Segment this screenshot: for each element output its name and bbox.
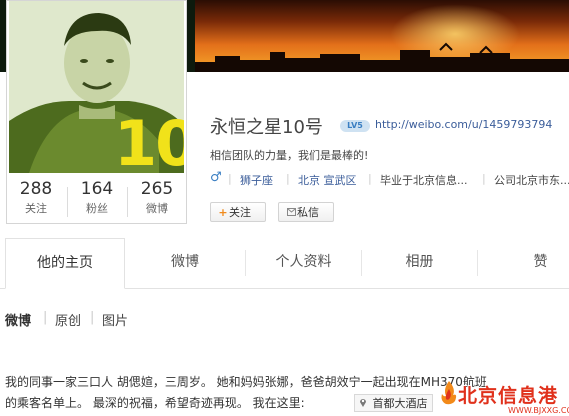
info-separator: | (228, 172, 232, 185)
flame-logo-icon (441, 381, 457, 405)
info-separator: | (368, 172, 372, 185)
tab-home[interactable]: 他的主页 (5, 238, 125, 289)
location-link[interactable]: 北京 宣武区 (298, 172, 357, 188)
tab-profile-info[interactable]: 个人资料 (246, 238, 361, 288)
avatar[interactable]: 10 (9, 1, 184, 173)
location-tag-label: 首都大酒店 (372, 397, 428, 410)
message-button[interactable]: 私信 (278, 202, 334, 222)
watermark-url: WWW.BJXXG.COM (508, 406, 569, 415)
filter-separator: | (90, 310, 95, 325)
stat-posts[interactable]: 265 微博 (128, 179, 186, 217)
tab-likes[interactable]: 赞 (478, 238, 569, 288)
location-tag[interactable]: 首都大酒店 (354, 394, 433, 412)
filter-weibo[interactable]: 微博 (5, 310, 31, 329)
stat-following[interactable]: 288 关注 (7, 179, 65, 217)
company-link[interactable]: 公司北京市东... (494, 172, 569, 188)
site-watermark: 北京信息港 WWW.BJXXG.COM (440, 381, 569, 416)
plus-icon: + (218, 206, 228, 219)
filter-original[interactable]: 原创 (55, 310, 81, 329)
stat-posts-label: 微博 (146, 202, 168, 215)
stat-following-label: 关注 (25, 202, 47, 215)
message-button-label: 私信 (297, 206, 319, 219)
info-separator: | (286, 172, 290, 185)
follow-button-label: 关注 (229, 206, 251, 219)
info-separator: | (482, 172, 486, 185)
mail-icon (285, 203, 297, 223)
profile-stats: 288 关注 164 粉丝 265 微博 (7, 173, 186, 223)
follow-button[interactable]: +关注 (210, 202, 266, 222)
stat-followers[interactable]: 164 粉丝 (68, 179, 126, 217)
filter-images[interactable]: 图片 (102, 310, 128, 329)
tab-album[interactable]: 相册 (362, 238, 477, 288)
stat-posts-value: 265 (140, 179, 174, 199)
jersey-number: 10 (114, 107, 184, 174)
watermark-text: 北京信息港 (458, 385, 559, 407)
profile-url-link[interactable]: http://weibo.com/u/1459793794 (375, 118, 552, 131)
education-link[interactable]: 毕业于北京信息... (380, 172, 468, 188)
post-text-line-1: 我的同事一家三口人 胡偲媗，三周岁。 她和妈妈张娜，爸爸胡效宁一起出现在MH37… (5, 375, 487, 389)
post-text-line-2: 的乘客名单上。 最深的祝福，希望奇迹再现。 我在这里: (5, 396, 305, 410)
gender-male-icon: ♂ (210, 170, 222, 185)
location-pin-icon (359, 395, 369, 413)
stat-followers-label: 粉丝 (86, 202, 108, 215)
stat-following-value: 288 (19, 179, 53, 199)
profile-description: 相信团队的力量，我们是最棒的! (210, 149, 369, 162)
zodiac-link[interactable]: 狮子座 (240, 172, 273, 188)
filter-separator: | (43, 310, 48, 325)
level-badge[interactable]: LV5 (340, 120, 370, 132)
stat-followers-value: 164 (80, 179, 114, 199)
tab-weibo[interactable]: 微博 (125, 238, 245, 288)
avatar-card: 10 288 关注 164 粉丝 265 微博 (6, 0, 187, 224)
profile-name: 永恒之星10号 (210, 117, 323, 138)
profile-tabs: 他的主页 微博 个人资料 相册 赞 (0, 238, 569, 289)
